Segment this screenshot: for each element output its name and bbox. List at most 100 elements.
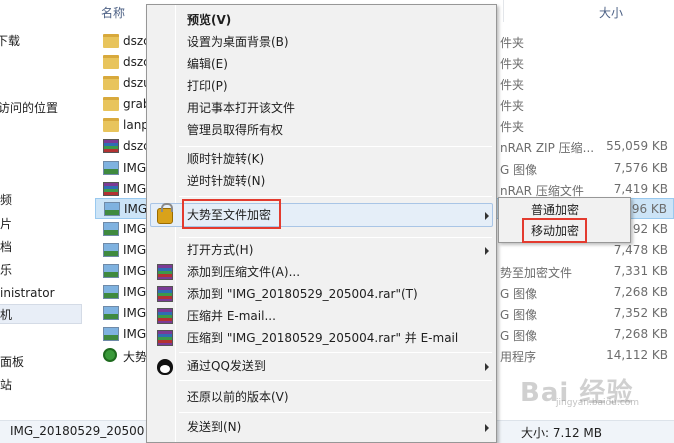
menu-separator [179, 196, 492, 197]
winrar-icon [157, 286, 173, 302]
menu-item-open-notepad[interactable]: 用记事本打开该文件 [187, 97, 295, 119]
column-separator[interactable] [503, 0, 504, 22]
nav-item-recycle-bin[interactable]: 站 [0, 375, 95, 395]
file-type: 件夹 [500, 57, 525, 71]
navigation-pane: 下载 访问的位置 频 片 档 乐 inistrator 机 面板 站 [0, 0, 95, 420]
file-name: IMG [123, 243, 147, 257]
file-size: 92 KB [632, 222, 668, 236]
nav-item-documents[interactable]: 档 [0, 237, 95, 257]
watermark-url: jingyan.baidu.com [556, 398, 640, 408]
menu-separator [179, 146, 492, 147]
file-name: IMG [123, 327, 147, 341]
column-size-header[interactable]: 大小 [599, 4, 623, 21]
menu-separator [179, 352, 492, 353]
file-type: 用程序 [500, 350, 537, 364]
file-size: 7,576 KB [613, 161, 668, 175]
menu-item-rotate-clockwise[interactable]: 顺时针旋转(K) [187, 148, 264, 170]
file-type: 势至加密文件 [500, 266, 573, 280]
winrar-archive-icon [103, 182, 119, 196]
file-size: 7,268 KB [613, 327, 668, 341]
file-name: IMG [123, 161, 147, 175]
menu-item-preview[interactable]: 预览(V) [187, 9, 231, 31]
column-name-header[interactable]: 名称 [101, 4, 125, 21]
file-type: 件夹 [500, 36, 525, 50]
file-type: nRAR ZIP 压缩... [500, 141, 595, 155]
menu-item-send-qq[interactable]: 通过QQ发送到 [187, 355, 266, 377]
file-size: 14,112 KB [606, 348, 668, 362]
menu-item-rotate-counterclockwise[interactable]: 逆时针旋转(N) [187, 170, 265, 192]
submenu-arrow-icon [485, 212, 489, 220]
image-file-icon [103, 285, 119, 299]
file-type: G 图像 [500, 329, 538, 343]
folder-icon [103, 55, 119, 69]
menu-item-take-ownership[interactable]: 管理员取得所有权 [187, 119, 283, 141]
nav-item-downloads[interactable]: 下载 [0, 31, 91, 51]
nav-item-control-panel[interactable]: 面板 [0, 352, 95, 372]
nav-item-computer[interactable]: 机 [0, 304, 82, 324]
annotation-highlight-box [522, 218, 587, 243]
nav-item-administrator[interactable]: inistrator [0, 283, 95, 303]
file-size: 7,268 KB [613, 285, 668, 299]
menu-separator [179, 380, 492, 381]
file-name: IMG [123, 285, 147, 299]
lock-icon [157, 203, 173, 224]
image-file-icon [103, 327, 119, 341]
menu-separator [179, 412, 492, 413]
image-file-icon [103, 264, 119, 278]
menu-item-send-to[interactable]: 发送到(N) [187, 416, 241, 438]
file-size: 7,331 KB [613, 264, 668, 278]
file-type: G 图像 [500, 287, 538, 301]
menu-item-compress-rar-email[interactable]: 压缩到 "IMG_20180529_205004.rar" 并 E-mail [187, 327, 458, 349]
file-name: IMG [123, 222, 147, 236]
submenu-arrow-icon [485, 247, 489, 255]
menu-item-compress-email[interactable]: 压缩并 E-mail... [187, 305, 276, 327]
folder-icon [103, 118, 119, 132]
nav-item-videos[interactable]: 频 [0, 190, 95, 210]
file-type: 件夹 [500, 120, 525, 134]
winrar-icon [157, 264, 173, 280]
image-file-icon [103, 306, 119, 320]
file-name: 大势 [123, 350, 148, 364]
folder-icon [103, 76, 119, 90]
image-file-icon [103, 243, 119, 257]
file-size: 7,419 KB [613, 182, 668, 196]
image-file-icon [104, 202, 120, 216]
nav-item-music[interactable]: 乐 [0, 260, 95, 280]
file-name: IMG [123, 306, 147, 320]
menu-item-print[interactable]: 打印(P) [187, 75, 228, 97]
qq-penguin-icon [157, 359, 173, 375]
menu-item-set-wallpaper[interactable]: 设置为桌面背景(B) [187, 31, 289, 53]
file-name: IMG [123, 264, 147, 278]
application-icon [103, 348, 117, 362]
submenu-arrow-icon [485, 363, 489, 371]
image-file-icon [103, 161, 119, 175]
nav-item-recent-places[interactable]: 访问的位置 [0, 98, 93, 118]
submenu-arrow-icon [485, 424, 489, 432]
menu-item-restore-versions[interactable]: 还原以前的版本(V) [187, 386, 289, 408]
nav-item-pictures[interactable]: 片 [0, 214, 95, 234]
menu-item-add-to-rar[interactable]: 添加到 "IMG_20180529_205004.rar"(T) [187, 283, 418, 305]
file-type: G 图像 [500, 308, 538, 322]
file-type: 件夹 [500, 99, 525, 113]
file-size: 96 KB [631, 202, 667, 216]
annotation-highlight-box [182, 199, 281, 229]
menu-item-add-to-archive[interactable]: 添加到压缩文件(A)... [187, 261, 300, 283]
winrar-archive-icon [103, 139, 119, 153]
status-filesize: 大小: 7.12 MB [521, 426, 602, 440]
file-type: 件夹 [500, 78, 525, 92]
status-filename: IMG_20180529_20500 [10, 424, 145, 438]
winrar-icon [157, 330, 173, 346]
menu-item-edit[interactable]: 编辑(E) [187, 53, 228, 75]
image-file-icon [103, 222, 119, 236]
menu-item-open-with[interactable]: 打开方式(H) [187, 239, 253, 261]
submenu-item-normal-encrypt[interactable]: 普通加密 [531, 200, 579, 220]
file-name: IMG [123, 182, 147, 196]
menu-separator [179, 237, 492, 238]
winrar-icon [157, 308, 173, 324]
folder-icon [103, 97, 119, 111]
file-size: 7,352 KB [613, 306, 668, 320]
file-size: 7,478 KB [613, 243, 668, 257]
folder-icon [103, 34, 119, 48]
file-size: 55,059 KB [606, 139, 668, 153]
file-name: IMG [124, 202, 148, 216]
